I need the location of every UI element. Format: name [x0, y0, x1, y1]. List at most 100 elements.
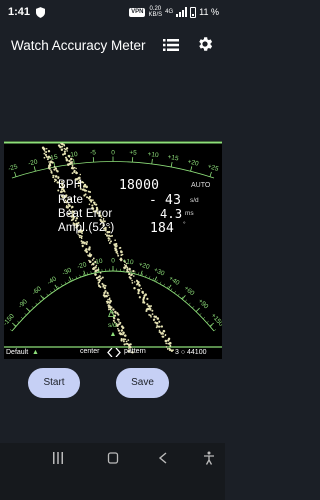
- arc-minor-tick: [134, 271, 136, 274]
- list-icon[interactable]: [163, 38, 179, 52]
- trace-dot: [146, 303, 149, 306]
- arc-minor-tick: [79, 274, 81, 278]
- arc-scale-label: 0: [111, 257, 115, 265]
- trace-dot: [164, 339, 167, 342]
- trace-dot: [124, 338, 127, 341]
- arc-scale-tick: [54, 284, 58, 290]
- arc-minor-tick: [46, 293, 49, 296]
- trace-dot: [161, 335, 164, 338]
- accessibility-icon[interactable]: [203, 451, 215, 465]
- trace-dot: [96, 269, 99, 272]
- delta-unit: s/d: [108, 322, 117, 329]
- trace-dot: [141, 290, 144, 294]
- trace-dot: [158, 325, 161, 328]
- preset-label[interactable]: Default: [6, 349, 28, 356]
- trace-dot: [126, 342, 129, 346]
- trace-dot: [50, 169, 52, 172]
- trace-dot: [42, 148, 46, 151]
- trace-dot: [164, 334, 167, 337]
- arc-minor-tick: [72, 277, 74, 281]
- center-button[interactable]: center: [80, 348, 99, 355]
- trace-dot: [115, 245, 118, 248]
- trace-dot: [101, 276, 104, 279]
- trace-dot: [94, 273, 97, 276]
- trace-dot: [94, 270, 97, 273]
- trace-dot: [169, 344, 172, 347]
- arc-minor-tick: [188, 302, 191, 305]
- trace-dot: [85, 250, 88, 254]
- trace-dot: [52, 174, 54, 177]
- trace-dot: [154, 321, 157, 324]
- top-scale-tick: [170, 161, 173, 168]
- trace-dot: [59, 145, 62, 149]
- trace-dot: [107, 298, 109, 301]
- trace-dot: [142, 301, 145, 303]
- trace-dot: [103, 291, 106, 295]
- trace-dot: [132, 269, 135, 273]
- trace-dot: [167, 339, 170, 342]
- trace-dot: [111, 234, 114, 237]
- trace-dot: [100, 277, 103, 280]
- trace-dot: [63, 147, 66, 150]
- pattern-button[interactable]: pattern: [124, 348, 146, 355]
- trace-dot: [117, 318, 120, 321]
- home-icon[interactable]: [107, 451, 119, 465]
- trace-dot: [53, 165, 56, 168]
- trace-dot: [138, 289, 141, 292]
- trace-dot: [116, 250, 118, 253]
- center-marker-triangle: ▲: [110, 331, 117, 338]
- trace-dot: [71, 163, 74, 165]
- gear-icon[interactable]: [196, 35, 214, 53]
- trace-dot: [120, 339, 123, 342]
- trace-dot: [158, 321, 161, 323]
- vpn-badge: VPN: [129, 7, 146, 17]
- trace-dot: [123, 343, 126, 346]
- trace-dot: [168, 349, 171, 352]
- top-scale-tick: [209, 171, 212, 177]
- start-button[interactable]: Start: [28, 368, 80, 398]
- trace-dot: [127, 339, 130, 342]
- arc-scale-tick: [68, 276, 72, 282]
- trace-dot: [73, 170, 76, 173]
- arc-scale-tick: [154, 276, 158, 282]
- back-icon[interactable]: [157, 451, 169, 465]
- arc-minor-tick: [199, 313, 202, 316]
- trace-dot: [165, 346, 168, 348]
- network-type: 4G: [165, 9, 174, 15]
- trace-dot: [54, 175, 58, 178]
- trace-dot: [132, 275, 135, 277]
- arc-minor-tick: [174, 290, 176, 294]
- menu-icon[interactable]: [52, 451, 64, 465]
- top-scale-tick: [14, 171, 17, 177]
- trace-dot: [85, 185, 88, 189]
- arc-minor-tick: [17, 320, 20, 323]
- arc-minor-tick: [203, 316, 206, 320]
- trace-dot: [125, 340, 128, 343]
- arc-minor-tick: [163, 283, 165, 287]
- trace-dot: [114, 247, 117, 250]
- arc-scale-tick: [168, 284, 172, 290]
- trace-dot: [54, 167, 58, 170]
- trace-dot: [109, 238, 111, 240]
- save-button[interactable]: Save: [116, 368, 169, 398]
- trace-dot: [119, 321, 122, 324]
- trace-dot: [95, 203, 98, 206]
- arc-minor-tick: [9, 329, 13, 332]
- trace-dot: [140, 287, 143, 290]
- trace-dot: [79, 173, 82, 176]
- trace-dot: [119, 332, 123, 336]
- arc-minor-tick: [148, 276, 151, 279]
- trace-dot: [162, 329, 166, 333]
- trace-dot: [86, 196, 89, 199]
- arc-minor-tick: [141, 273, 143, 276]
- top-scale-label: -5: [89, 149, 97, 157]
- trace-dot: [53, 180, 56, 183]
- trace-dot: [166, 348, 169, 350]
- arc-minor-tick: [152, 277, 154, 281]
- trace-dot: [45, 148, 48, 150]
- trace-dot: [85, 248, 88, 251]
- trace-dot: [84, 193, 87, 196]
- trace-dot: [156, 317, 160, 320]
- top-scale-tick: [73, 158, 75, 164]
- battery-level: 11 %: [199, 7, 219, 17]
